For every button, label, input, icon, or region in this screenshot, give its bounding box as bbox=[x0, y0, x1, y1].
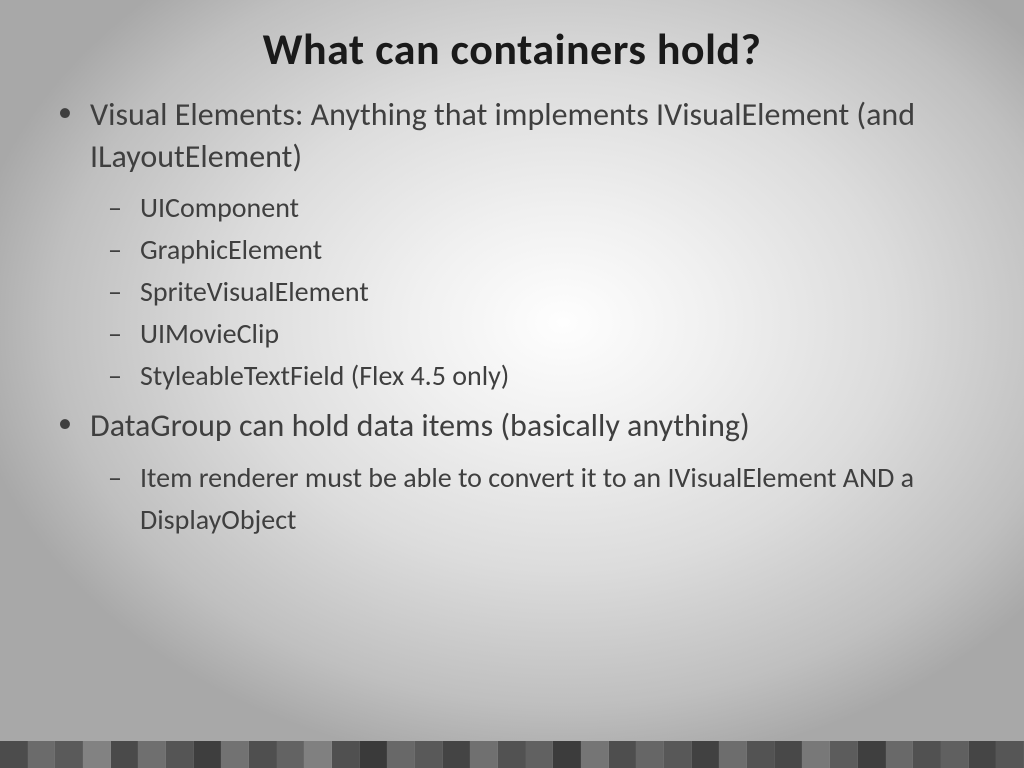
bullet-list: Visual Elements: Anything that implement… bbox=[50, 94, 974, 541]
footer-square bbox=[443, 741, 471, 768]
footer-square bbox=[304, 741, 332, 768]
footer-square bbox=[194, 741, 222, 768]
sub-bullet-item: UIMovieClip bbox=[136, 313, 974, 355]
footer-square bbox=[802, 741, 830, 768]
sub-bullet-item: UIComponent bbox=[136, 187, 974, 229]
footer-square bbox=[415, 741, 443, 768]
footer-square bbox=[332, 741, 360, 768]
footer-square bbox=[719, 741, 747, 768]
slide-title: What can containers hold? bbox=[50, 22, 974, 76]
sub-bullet-text: StyleableTextField (Flex 4.5 only) bbox=[140, 358, 509, 393]
bullet-item: DataGroup can hold data items (basically… bbox=[80, 405, 974, 541]
sub-bullet-text: SpriteVisualElement bbox=[140, 274, 369, 309]
footer-square bbox=[249, 741, 277, 768]
footer-square bbox=[470, 741, 498, 768]
slide: What can containers hold? Visual Element… bbox=[0, 0, 1024, 768]
sub-bullet-text: GraphicElement bbox=[140, 232, 322, 267]
footer-decoration bbox=[0, 741, 1024, 768]
footer-square bbox=[83, 741, 111, 768]
slide-content: Visual Elements: Anything that implement… bbox=[50, 94, 974, 541]
footer-square bbox=[996, 741, 1024, 768]
footer-square bbox=[913, 741, 941, 768]
sub-bullet-item: SpriteVisualElement bbox=[136, 271, 974, 313]
sub-bullet-list: Item renderer must be able to convert it… bbox=[90, 457, 974, 541]
footer-square bbox=[277, 741, 305, 768]
footer-square bbox=[886, 741, 914, 768]
sub-bullet-text: Item renderer must be able to convert it… bbox=[140, 460, 914, 537]
bullet-text: DataGroup can hold data items (basically… bbox=[90, 406, 750, 445]
footer-square bbox=[775, 741, 803, 768]
sub-bullet-text: UIComponent bbox=[140, 190, 299, 225]
sub-bullet-text: UIMovieClip bbox=[140, 316, 279, 351]
footer-square bbox=[111, 741, 139, 768]
bullet-item: Visual Elements: Anything that implement… bbox=[80, 94, 974, 397]
footer-square bbox=[28, 741, 56, 768]
footer-square bbox=[221, 741, 249, 768]
sub-bullet-list: UIComponent GraphicElement SpriteVisualE… bbox=[90, 187, 974, 397]
footer-square bbox=[664, 741, 692, 768]
footer-square bbox=[387, 741, 415, 768]
footer-square bbox=[692, 741, 720, 768]
footer-square bbox=[858, 741, 886, 768]
sub-bullet-item: StyleableTextField (Flex 4.5 only) bbox=[136, 355, 974, 397]
footer-square bbox=[360, 741, 388, 768]
footer-square bbox=[581, 741, 609, 768]
footer-square bbox=[498, 741, 526, 768]
bullet-text: Visual Elements: Anything that implement… bbox=[90, 95, 915, 176]
footer-square bbox=[138, 741, 166, 768]
footer-square bbox=[609, 741, 637, 768]
footer-square bbox=[0, 741, 28, 768]
footer-square bbox=[941, 741, 969, 768]
footer-square bbox=[636, 741, 664, 768]
sub-bullet-item: Item renderer must be able to convert it… bbox=[136, 457, 974, 541]
footer-square bbox=[526, 741, 554, 768]
footer-square bbox=[747, 741, 775, 768]
footer-square bbox=[553, 741, 581, 768]
footer-square bbox=[830, 741, 858, 768]
footer-square bbox=[969, 741, 997, 768]
footer-square bbox=[55, 741, 83, 768]
footer-square bbox=[166, 741, 194, 768]
sub-bullet-item: GraphicElement bbox=[136, 229, 974, 271]
